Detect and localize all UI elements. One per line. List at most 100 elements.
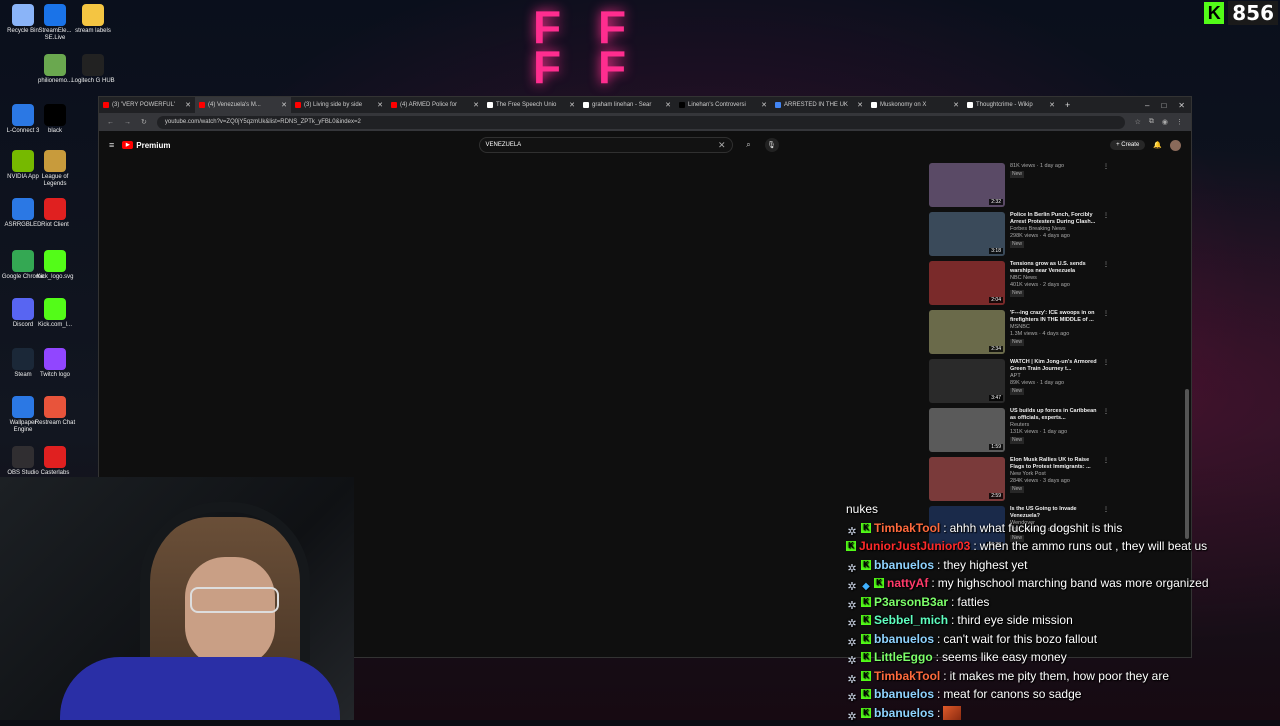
toolbar-icons: ☆ ⧉ ◉ ⋮ xyxy=(1135,118,1183,126)
tab-3[interactable]: (3) Living side by side ✕ xyxy=(291,97,387,113)
tab-close-icon[interactable]: ✕ xyxy=(665,101,671,109)
forward-icon[interactable]: → xyxy=(124,119,131,126)
gear-badge-icon: ✲ xyxy=(847,599,857,612)
channel-name[interactable]: Reuters xyxy=(1010,422,1098,429)
avatar[interactable] xyxy=(1170,139,1181,151)
video-title[interactable]: US builds up forces in Caribbean as offi… xyxy=(1010,408,1098,422)
recommendation-item[interactable]: 2:04 Tensions grow as U.S. sends warships… xyxy=(929,261,1109,309)
recommendation-item[interactable]: 3:18 Police In Berlin Punch, Forcibly Arr… xyxy=(929,212,1109,260)
chat-username[interactable]: P3arsonB3ar xyxy=(874,593,948,612)
video-title[interactable]: Elon Musk Rallies UK to Raise Flags to P… xyxy=(1010,457,1098,471)
chat-username[interactable]: TimbakTool xyxy=(874,667,940,686)
desktop-icon[interactable]: stream labels xyxy=(70,4,116,35)
desktop-icon-label: Casterlabs xyxy=(40,470,70,476)
video-thumbnail[interactable]: 3:18 xyxy=(929,212,1005,256)
more-options-icon[interactable]: ⋮ xyxy=(1103,163,1109,211)
new-tab-button[interactable]: + xyxy=(1059,100,1076,110)
more-options-icon[interactable]: ⋮ xyxy=(1103,408,1109,456)
desktop-icon[interactable]: Riot Client xyxy=(32,198,78,229)
chat-text: meat for canons so sadge xyxy=(943,687,1082,701)
more-options-icon[interactable]: ⋮ xyxy=(1103,359,1109,407)
desktop-icon[interactable]: Kick_logo.svg xyxy=(32,250,78,281)
tab-close-icon[interactable]: ✕ xyxy=(953,101,959,109)
recommendation-item[interactable]: 2:32 81K views · 1 day ago New ⋮ xyxy=(929,163,1109,211)
video-title[interactable]: Tensions grow as U.S. sends warships nea… xyxy=(1010,261,1098,275)
desktop-icon[interactable]: Kick.com_l... xyxy=(32,298,78,329)
extensions-icon[interactable]: ⧉ xyxy=(1149,118,1154,126)
minimize-icon[interactable]: – xyxy=(1145,101,1149,110)
video-thumbnail[interactable]: 2:04 xyxy=(929,261,1005,305)
desktop-icon[interactable]: League of Legends xyxy=(32,150,78,188)
profile-icon[interactable]: ◉ xyxy=(1162,118,1168,126)
tab-close-icon[interactable]: ✕ xyxy=(473,101,479,109)
reload-icon[interactable]: ↻ xyxy=(141,118,147,126)
chat-username[interactable]: bbanuelos xyxy=(874,556,934,575)
microphone-icon[interactable]: 🎙 xyxy=(764,138,779,152)
hamburger-menu-icon[interactable]: ≡ xyxy=(109,140,114,150)
video-thumbnail[interactable]: 2:34 xyxy=(929,310,1005,354)
tab-close-icon[interactable]: ✕ xyxy=(377,101,383,109)
menu-icon[interactable]: ⋮ xyxy=(1176,118,1183,126)
chat-colon: : xyxy=(931,576,935,590)
chat-username[interactable]: TimbakTool xyxy=(874,519,940,538)
channel-name[interactable]: NBC News xyxy=(1010,275,1098,282)
tab-2[interactable]: (4) Venezuela's M... ✕ xyxy=(195,97,291,113)
tab-close-icon[interactable]: ✕ xyxy=(185,101,191,109)
desktop-icon[interactable]: Logitech G HUB xyxy=(70,54,116,85)
tab-7[interactable]: Linehan's Controversi ✕ xyxy=(675,97,771,113)
tab-6[interactable]: graham linehan - Sear ✕ xyxy=(579,97,675,113)
video-thumbnail[interactable]: 1:59 xyxy=(929,408,1005,452)
chat-username[interactable]: nattyAf xyxy=(887,574,928,593)
tab-close-icon[interactable]: ✕ xyxy=(857,101,863,109)
clear-search-icon[interactable]: ✕ xyxy=(718,140,726,151)
search-input[interactable]: VENEZUELA ✕ xyxy=(478,137,733,153)
back-icon[interactable]: ← xyxy=(107,119,114,126)
channel-name[interactable]: Forbes Breaking News xyxy=(1010,226,1098,233)
more-options-icon[interactable]: ⋮ xyxy=(1103,261,1109,309)
channel-name[interactable]: MSNBC xyxy=(1010,324,1098,331)
video-title[interactable]: 'F---ing crazy': ICE swoops in on firefi… xyxy=(1010,310,1098,324)
chat-username[interactable]: Sebbel_mich xyxy=(874,611,948,630)
video-thumbnail[interactable]: 3:47 xyxy=(929,359,1005,403)
chat-username[interactable]: bbanuelos xyxy=(874,704,934,723)
channel-name[interactable]: APT xyxy=(1010,373,1098,380)
chat-username[interactable]: LittleEggo xyxy=(874,648,933,667)
tab-close-icon[interactable]: ✕ xyxy=(761,101,767,109)
tab-close-icon[interactable]: ✕ xyxy=(1049,101,1055,109)
notifications-bell-icon[interactable]: 🔔 xyxy=(1153,141,1162,149)
tab-4[interactable]: (4) ARMED Police for ✕ xyxy=(387,97,483,113)
more-options-icon[interactable]: ⋮ xyxy=(1103,212,1109,260)
desktop-icon[interactable]: Restream Chat xyxy=(32,396,78,427)
tab-10[interactable]: Thoughtcrime - Wikip ✕ xyxy=(963,97,1059,113)
tab-9[interactable]: Muskonomy on X ✕ xyxy=(867,97,963,113)
chat-username[interactable]: bbanuelos xyxy=(874,630,934,649)
tab-1[interactable]: (3) 'VERY POWERFUL' ✕ xyxy=(99,97,195,113)
search-icon[interactable]: ⌕ xyxy=(741,138,757,152)
recommendation-item[interactable]: 2:59 Elon Musk Rallies UK to Raise Flags … xyxy=(929,457,1109,505)
recommendation-item[interactable]: 3:47 WATCH | Kim Jong-un's Armored Green … xyxy=(929,359,1109,407)
desktop-icon[interactable]: Twitch logo xyxy=(32,348,78,379)
tab-close-icon[interactable]: ✕ xyxy=(569,101,575,109)
tab-8[interactable]: ARRESTED IN THE UK ✕ xyxy=(771,97,867,113)
url-field[interactable]: youtube.com/watch?v=ZQ0jY5qzmUk&list=RDN… xyxy=(156,115,1125,129)
maximize-icon[interactable]: □ xyxy=(1161,101,1166,110)
chat-username[interactable]: bbanuelos xyxy=(874,685,934,704)
recommendation-item[interactable]: 2:34 'F---ing crazy': ICE swoops in on fi… xyxy=(929,310,1109,358)
video-title[interactable]: Police In Berlin Punch, Forcibly Arrest … xyxy=(1010,212,1098,226)
channel-name[interactable]: New York Post xyxy=(1010,471,1098,478)
tab-5[interactable]: The Free Speech Unio ✕ xyxy=(483,97,579,113)
video-thumbnail[interactable]: 2:32 xyxy=(929,163,1005,207)
tab-close-icon[interactable]: ✕ xyxy=(281,101,287,109)
youtube-logo[interactable]: ▶ Premium xyxy=(122,141,171,150)
video-thumbnail[interactable]: 2:59 xyxy=(929,457,1005,501)
desktop-icon[interactable]: black xyxy=(32,104,78,135)
recommendation-item[interactable]: 1:59 US builds up forces in Caribbean as … xyxy=(929,408,1109,456)
chat-username[interactable]: JuniorJustJunior03 xyxy=(859,537,970,556)
desktop-icon[interactable]: Casterlabs xyxy=(32,446,78,477)
close-icon[interactable]: ✕ xyxy=(1178,101,1185,110)
more-options-icon[interactable]: ⋮ xyxy=(1103,310,1109,358)
more-options-icon[interactable]: ⋮ xyxy=(1103,457,1109,505)
video-title[interactable]: WATCH | Kim Jong-un's Armored Green Trai… xyxy=(1010,359,1098,373)
create-button[interactable]: + Create xyxy=(1110,140,1146,150)
star-icon[interactable]: ☆ xyxy=(1135,118,1141,126)
